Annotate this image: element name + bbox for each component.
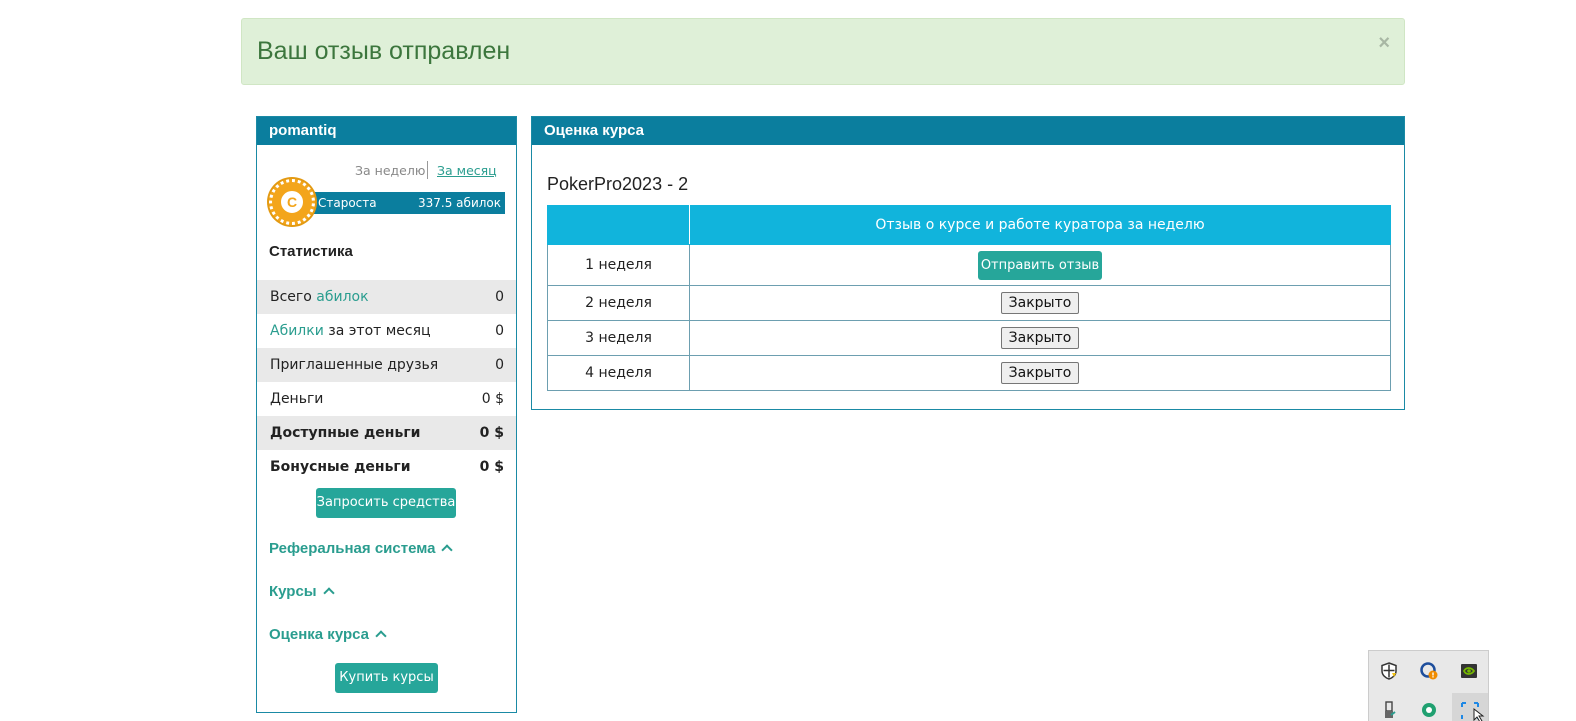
rank-points: 337.5 абилок [418,196,501,210]
chevron-up-icon [441,544,454,556]
feedback-cell: Закрыто [689,320,1391,356]
profile-username: pomantiq [257,117,516,145]
table-row: 1 неделя Отправить отзыв [547,244,1391,286]
stats-title: Статистика [269,243,353,260]
period-divider [427,161,428,179]
usb-icon[interactable] [1380,701,1398,719]
poker-chip-icon: C [269,179,315,225]
week-label: 4 неделя [547,355,690,391]
stat-label: Абилки за этот месяц [270,323,431,339]
screen-capture-icon[interactable] [1452,693,1488,721]
stat-label-link[interactable]: Абилки [270,323,324,339]
alert-close-button[interactable]: × [1378,32,1390,55]
request-funds-button[interactable]: Запросить средства [316,488,456,518]
buy-courses-button[interactable]: Купить курсы [335,663,438,693]
stat-label: Всего абилок [270,289,369,305]
feedback-cell: Закрыто [689,355,1391,391]
send-feedback-button[interactable]: Отправить отзыв [978,250,1102,280]
app-icon[interactable] [1420,701,1438,719]
stat-row-total: Всего абилок 0 [257,280,516,314]
stat-label: Бонусные деньги [270,459,411,475]
profile-panel: pomantiq За неделю За месяц Староста 337… [256,116,517,713]
stat-row-available: Доступные деньги 0 $ [257,416,516,450]
stat-label: Доступные деньги [270,425,421,441]
week-label: 3 неделя [547,320,690,356]
table-row: 4 неделя Закрыто [547,355,1391,391]
period-week-link[interactable]: За неделю [355,163,425,178]
stat-row-money: Деньги 0 $ [257,382,516,416]
security-shield-icon[interactable] [1380,662,1398,680]
course-rating-link[interactable]: Оценка курса [269,626,387,643]
rank-name: Староста [318,196,377,210]
stats-list: Всего абилок 0 Абилки за этот месяц 0 Пр… [257,280,516,484]
stat-value: 0 $ [481,391,504,407]
closed-button[interactable]: Закрыто [1000,327,1080,349]
course-rating-panel: Оценка курса PokerPro2023 - 2 Отзыв о ку… [531,116,1405,410]
closed-button[interactable]: Закрыто [1000,362,1080,384]
feedback-cell: Отправить отзыв [689,244,1391,286]
chevron-up-icon [375,630,387,642]
week-label: 2 неделя [547,285,690,321]
stat-value: 0 [495,323,504,339]
closed-button[interactable]: Закрыто [1000,292,1080,314]
alert-message: Ваш отзыв отправлен [257,37,511,65]
stat-label: Приглашенные друзья [270,357,439,373]
feedback-cell: Закрыто [689,285,1391,321]
week-label: 1 неделя [547,244,690,286]
stat-value: 0 $ [479,459,504,475]
capture-frame-icon [1461,702,1485,721]
period-month-link[interactable]: За месяц [437,163,497,178]
stat-value: 0 [495,357,504,373]
stat-label: Деньги [270,391,324,407]
stat-row-month: Абилки за этот месяц 0 [257,314,516,348]
column-header-week [547,205,690,245]
stat-value: 0 [495,289,504,305]
table-header-row: Отзыв о курсе и работе куратора за недел… [547,205,1391,245]
update-icon[interactable] [1420,662,1438,680]
rank-bar: Староста 337.5 абилок [307,192,505,214]
stat-row-bonus: Бонусные деньги 0 $ [257,450,516,484]
table-row: 2 неделя Закрыто [547,285,1391,321]
course-title: PokerPro2023 - 2 [547,174,689,194]
weekly-feedback-table: Отзыв о курсе и работе куратора за недел… [547,205,1391,391]
table-row: 3 неделя Закрыто [547,320,1391,356]
stat-label-link[interactable]: абилок [316,289,368,305]
stat-row-friends: Приглашенные друзья 0 [257,348,516,382]
chip-letter: C [279,189,305,215]
chevron-up-icon [322,587,335,599]
courses-link[interactable]: Курсы [269,583,335,600]
panel-title: Оценка курса [532,117,1404,145]
nvidia-icon[interactable] [1460,662,1478,680]
stat-value: 0 $ [479,425,504,441]
success-alert: Ваш отзыв отправлен × [241,18,1405,85]
referral-system-link[interactable]: Реферальная система [269,540,454,557]
page: Ваш отзыв отправлен × pomantiq За неделю… [0,0,1576,721]
column-header-feedback: Отзыв о курсе и работе куратора за недел… [689,205,1391,245]
system-tray-popup [1368,650,1489,721]
